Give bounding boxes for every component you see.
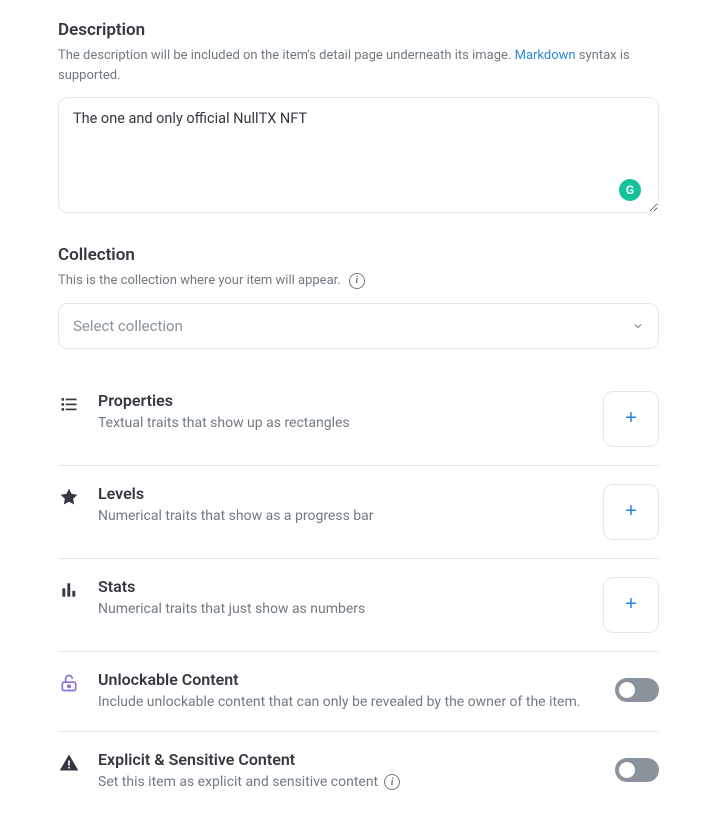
grammarly-icon[interactable]: G [619, 179, 641, 201]
collection-section: Collection This is the collection where … [58, 245, 659, 349]
list-icon [58, 393, 80, 415]
trait-content-properties: Properties Textual traits that show up a… [98, 391, 585, 434]
trait-row-unlockable: Unlockable Content Include unlockable co… [58, 652, 659, 732]
trait-desc-explicit: Set this item as explicit and sensitive … [98, 772, 378, 793]
add-stats-button[interactable]: + [603, 577, 659, 633]
trait-title-levels: Levels [98, 484, 585, 503]
toggle-knob [619, 682, 635, 698]
trait-title-explicit: Explicit & Sensitive Content [98, 750, 597, 769]
star-icon [58, 486, 80, 508]
trait-desc-properties: Textual traits that show up as rectangle… [98, 413, 585, 434]
trait-row-properties: Properties Textual traits that show up a… [58, 373, 659, 466]
trait-content-levels: Levels Numerical traits that show as a p… [98, 484, 585, 527]
collection-subtitle-row: This is the collection where your item w… [58, 271, 659, 291]
markdown-link[interactable]: Markdown [515, 48, 576, 63]
trait-list: Properties Textual traits that show up a… [58, 373, 659, 811]
trait-row-levels: Levels Numerical traits that show as a p… [58, 466, 659, 559]
trait-desc-unlockable: Include unlockable content that can only… [98, 692, 597, 713]
warning-icon [58, 752, 80, 774]
trait-content-unlockable: Unlockable Content Include unlockable co… [98, 670, 597, 713]
info-icon[interactable]: i [384, 774, 400, 790]
stats-icon [58, 579, 80, 601]
info-icon[interactable]: i [349, 273, 365, 289]
trait-title-unlockable: Unlockable Content [98, 670, 597, 689]
collection-select-placeholder: Select collection [73, 317, 183, 335]
lock-icon [58, 672, 80, 694]
description-textarea-wrapper: G [58, 97, 659, 217]
add-properties-button[interactable]: + [603, 391, 659, 447]
description-subtitle-before: The description will be included on the … [58, 48, 515, 63]
trait-title-properties: Properties [98, 391, 585, 410]
trait-row-explicit: Explicit & Sensitive Content Set this it… [58, 732, 659, 811]
toggle-knob [619, 762, 635, 778]
toggle-unlockable[interactable] [615, 678, 659, 702]
description-subtitle: The description will be included on the … [58, 46, 659, 85]
collection-title: Collection [58, 245, 659, 265]
toggle-explicit[interactable] [615, 758, 659, 782]
collection-select-wrapper: Select collection [58, 303, 659, 349]
trait-desc-explicit-row: Set this item as explicit and sensitive … [98, 772, 597, 793]
trait-desc-stats: Numerical traits that just show as numbe… [98, 599, 585, 620]
collection-subtitle: This is the collection where your item w… [58, 271, 341, 291]
add-levels-button[interactable]: + [603, 484, 659, 540]
chevron-down-icon [632, 320, 644, 332]
trait-desc-levels: Numerical traits that show as a progress… [98, 506, 585, 527]
trait-content-explicit: Explicit & Sensitive Content Set this it… [98, 750, 597, 793]
trait-content-stats: Stats Numerical traits that just show as… [98, 577, 585, 620]
trait-title-stats: Stats [98, 577, 585, 596]
description-textarea[interactable] [58, 97, 659, 213]
trait-row-stats: Stats Numerical traits that just show as… [58, 559, 659, 652]
description-section: Description The description will be incl… [58, 20, 659, 217]
collection-select[interactable]: Select collection [58, 303, 659, 349]
description-title: Description [58, 20, 659, 40]
